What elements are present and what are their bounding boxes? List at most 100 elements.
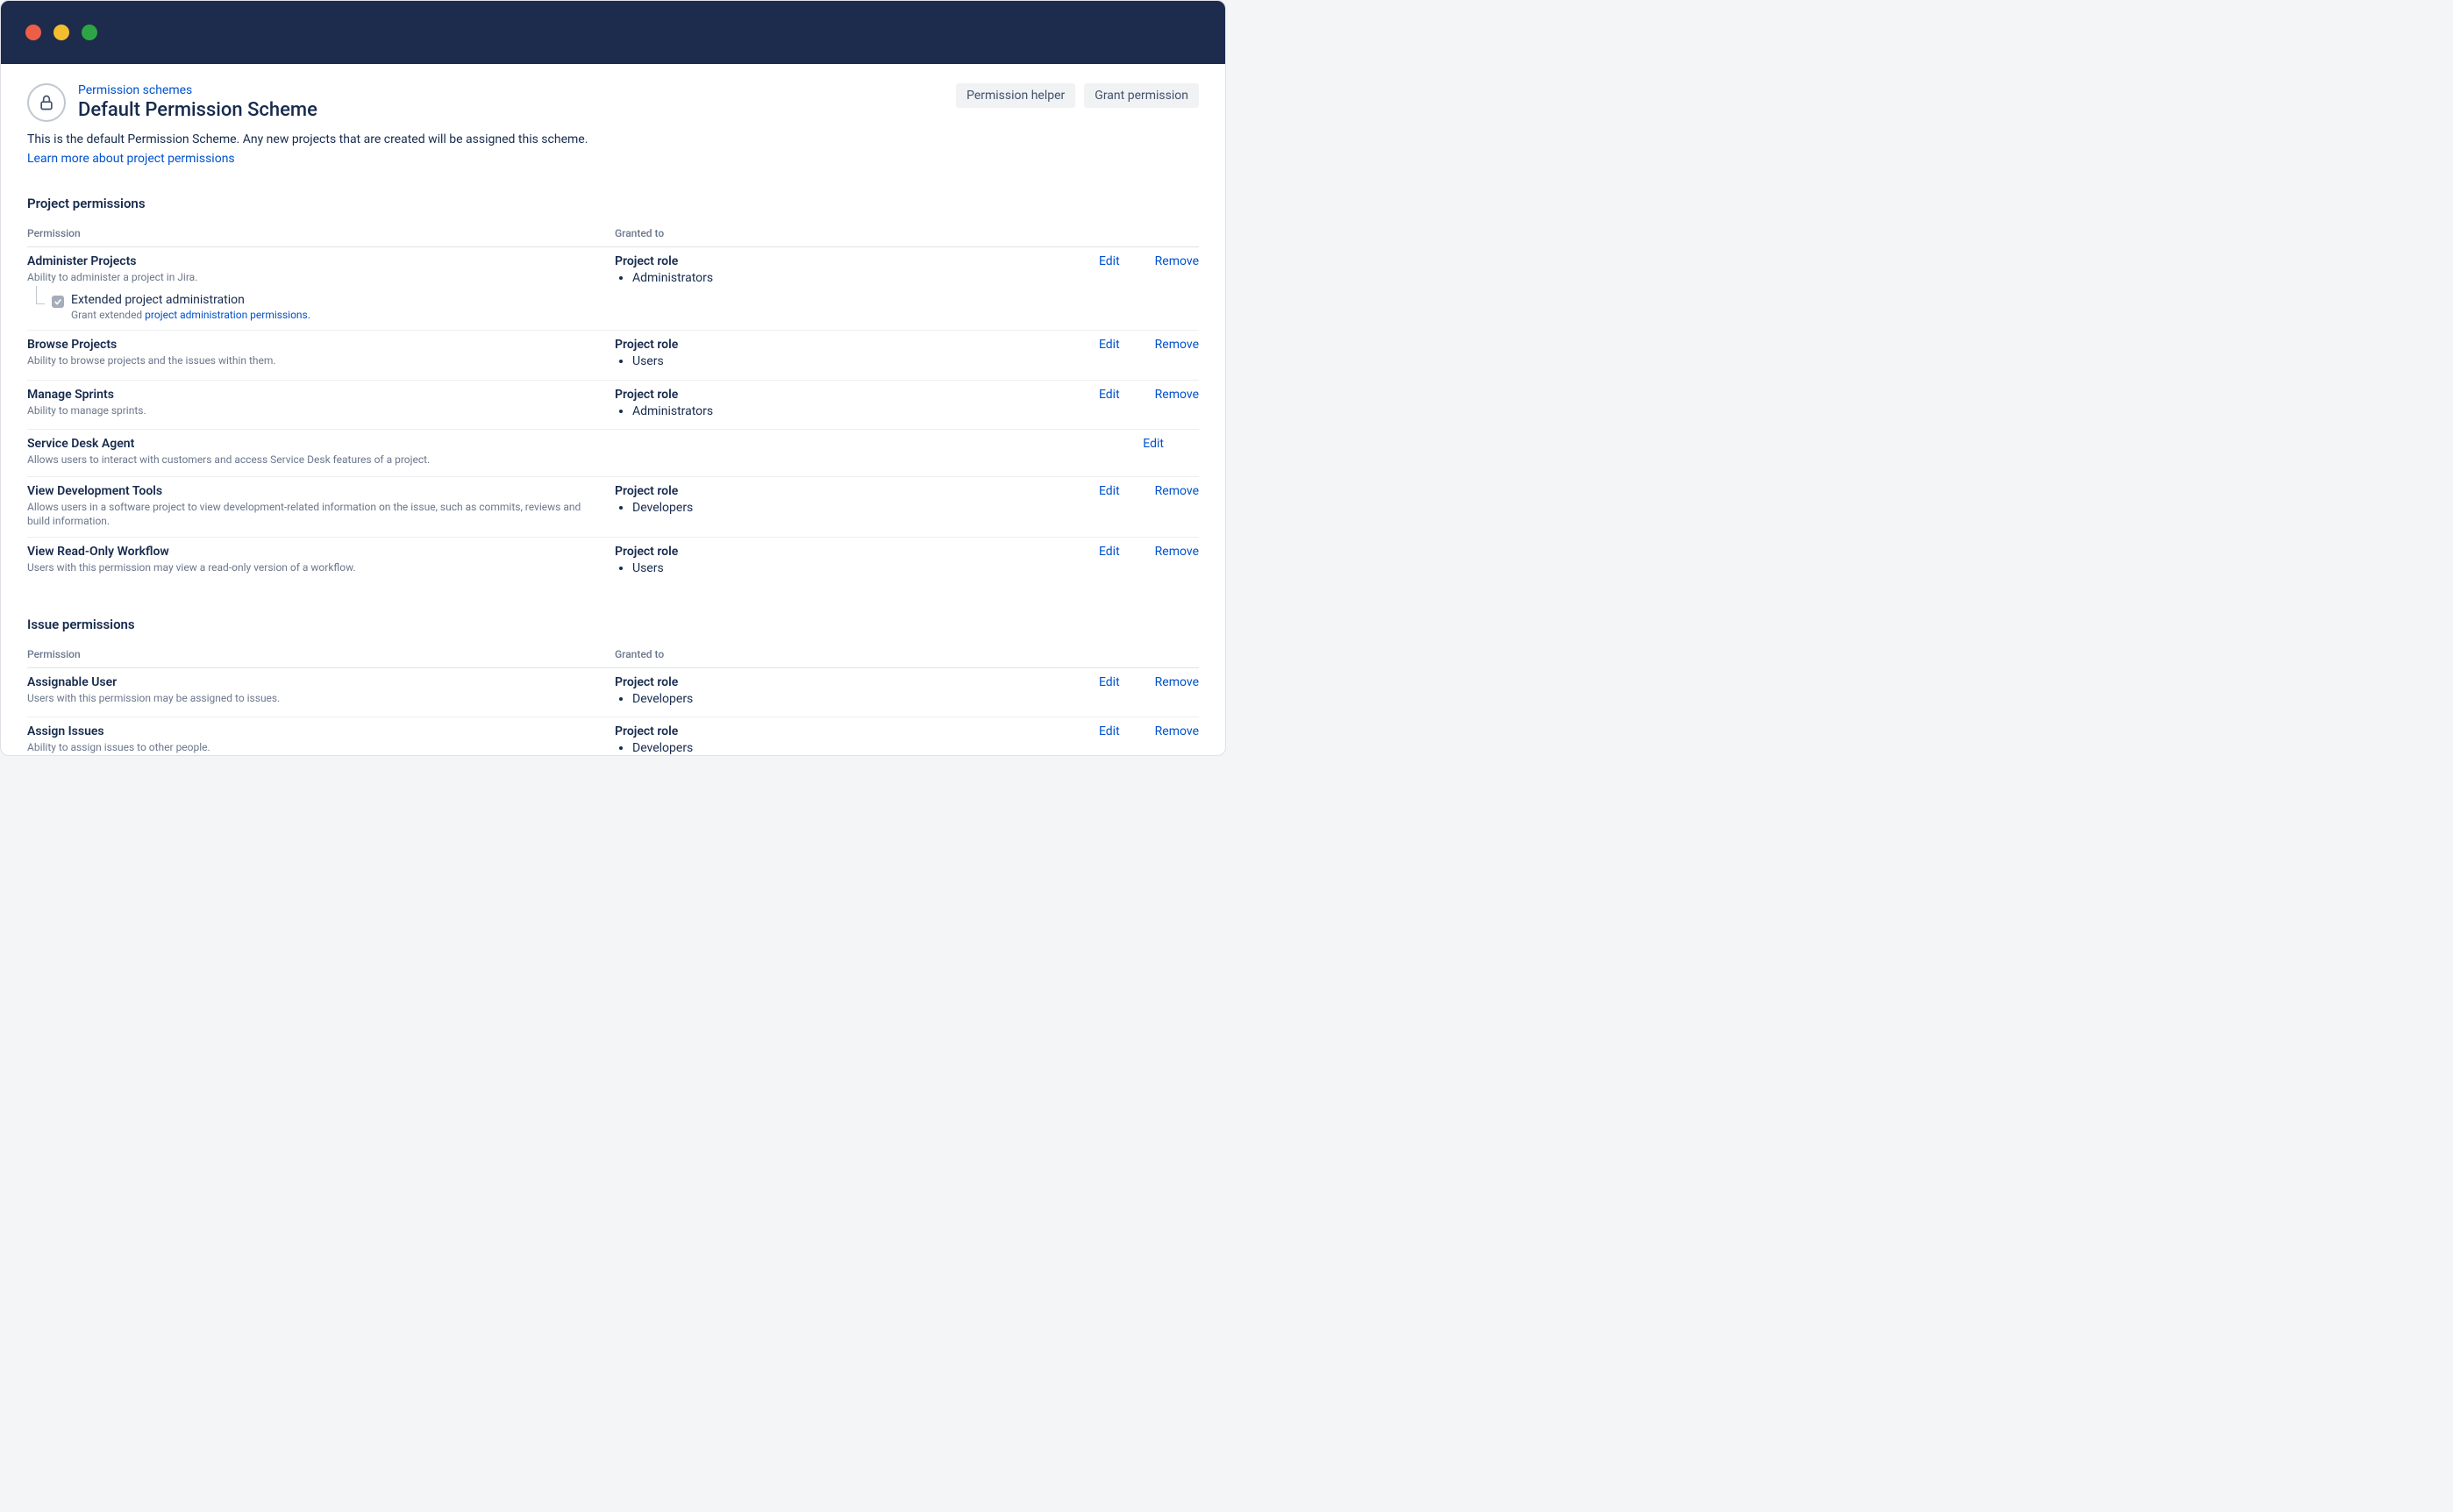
permission-name: Assign Issues — [27, 724, 615, 738]
permission-section: Project permissions PermissionGranted to A… — [27, 196, 1199, 587]
granted-label: Project role — [615, 675, 1001, 689]
window-frame: Permission schemes Default Permission Sc… — [0, 0, 1226, 756]
column-header-actions — [1001, 227, 1199, 239]
remove-link[interactable]: Remove — [1155, 724, 1199, 738]
extended-admin-desc-link[interactable]: project administration permissions. — [145, 309, 310, 321]
page-header: Permission schemes Default Permission Sc… — [27, 83, 1199, 122]
permission-cell: Administer ProjectsAbility to administer… — [27, 254, 615, 321]
page-content: Permission schemes Default Permission Sc… — [1, 64, 1225, 755]
header-left: Permission schemes Default Permission Sc… — [27, 83, 317, 122]
actions-cell: Edit Remove — [1001, 338, 1199, 352]
permission-row: Administer ProjectsAbility to administer… — [27, 247, 1199, 331]
permission-row: Service Desk Agent Allows users to intera… — [27, 430, 1199, 476]
granted-cell: Project roleUsers — [615, 338, 1001, 371]
permission-cell: Assignable UserUsers with this permissio… — [27, 675, 615, 705]
column-header-permission: Permission — [27, 648, 615, 660]
permission-description: Allows users to interact with customers … — [27, 453, 588, 467]
granted-list: Developers — [632, 500, 1001, 517]
edit-link[interactable]: Edit — [1099, 724, 1120, 738]
extended-admin-option: Extended project administration Grant ext… — [31, 293, 615, 321]
permission-row: View Development ToolsAllows users in a … — [27, 477, 1199, 538]
edit-link[interactable]: Edit — [1099, 545, 1120, 559]
edit-link[interactable]: Edit — [1099, 675, 1120, 689]
extended-admin-desc-text: Grant extended — [71, 309, 145, 321]
page-description: This is the default Permission Scheme. A… — [27, 132, 1199, 146]
window-close-button[interactable] — [25, 25, 41, 40]
actions-cell: Edit Remove — [1001, 724, 1199, 738]
granted-list: Users — [632, 560, 1001, 578]
granted-label: Project role — [615, 724, 1001, 738]
granted-label: Project role — [615, 484, 1001, 498]
permission-name: Administer Projects — [27, 254, 615, 268]
granted-item: Developers — [632, 691, 1001, 709]
granted-item: Developers — [632, 740, 1001, 755]
remove-link[interactable]: Remove — [1155, 484, 1199, 498]
remove-link[interactable]: Remove — [1155, 675, 1199, 689]
permission-cell: Assign IssuesAbility to assign issues to… — [27, 724, 615, 754]
permission-name: Manage Sprints — [27, 388, 615, 402]
column-header-permission: Permission — [27, 227, 615, 239]
granted-item: Administrators — [632, 270, 1001, 288]
edit-link[interactable]: Edit — [1099, 388, 1120, 402]
permission-name: Assignable User — [27, 675, 615, 689]
breadcrumb-link[interactable]: Permission schemes — [78, 83, 192, 97]
header-buttons: Permission helper Grant permission — [956, 83, 1199, 108]
edit-link[interactable]: Edit — [1143, 437, 1164, 451]
page-title: Default Permission Scheme — [78, 99, 317, 121]
breadcrumb: Permission schemes — [78, 83, 317, 97]
granted-list: Developers — [632, 740, 1001, 755]
remove-link[interactable]: Remove — [1155, 254, 1199, 268]
granted-cell: Project role Developers — [615, 724, 1001, 755]
permission-name: View Development Tools — [27, 484, 615, 498]
edit-link[interactable]: Edit — [1099, 484, 1120, 498]
granted-item: Users — [632, 353, 1001, 371]
remove-link[interactable]: Remove — [1155, 338, 1199, 352]
granted-item: Administrators — [632, 403, 1001, 421]
grant-permission-button[interactable]: Grant permission — [1084, 83, 1199, 108]
window-minimize-button[interactable] — [53, 25, 69, 40]
permission-row: Manage SprintsAbility to manage sprints.… — [27, 381, 1199, 431]
actions-cell: Edit Remove — [1001, 545, 1199, 559]
granted-item: Users — [632, 560, 1001, 578]
header-titles: Permission schemes Default Permission Sc… — [78, 83, 317, 121]
granted-cell: Project roleAdministrators — [615, 254, 1001, 288]
actions-cell: Edit Remove — [1001, 388, 1199, 402]
permission-name: Browse Projects — [27, 338, 615, 352]
permission-row: Assignable UserUsers with this permissio… — [27, 668, 1199, 718]
actions-cell: Edit — [1001, 437, 1199, 451]
permission-description: Ability to manage sprints. — [27, 403, 588, 417]
extended-admin-label: Extended project administration — [71, 293, 310, 307]
granted-cell: Project role Developers — [615, 675, 1001, 709]
remove-link[interactable]: Remove — [1155, 388, 1199, 402]
section-title: Project permissions — [27, 196, 1199, 211]
permission-helper-button[interactable]: Permission helper — [956, 83, 1075, 108]
permission-row: View Read-Only WorkflowUsers with this p… — [27, 538, 1199, 587]
granted-cell: Project role Developers — [615, 484, 1001, 517]
table-header: PermissionGranted to — [27, 641, 1199, 668]
granted-cell: Project roleUsers — [615, 545, 1001, 578]
actions-cell: Edit Remove — [1001, 675, 1199, 689]
window-zoom-button[interactable] — [82, 25, 97, 40]
learn-more-link[interactable]: Learn more about project permissions — [27, 152, 235, 166]
granted-list: Administrators — [632, 403, 1001, 421]
remove-link[interactable]: Remove — [1155, 545, 1199, 559]
extended-admin-body: Extended project administration Grant ext… — [71, 293, 310, 321]
column-header-granted: Granted to — [615, 227, 1001, 239]
permission-name: Service Desk Agent — [27, 437, 615, 451]
permission-cell: Browse ProjectsAbility to browse project… — [27, 338, 615, 367]
section-title: Issue permissions — [27, 617, 1199, 632]
edit-link[interactable]: Edit — [1099, 338, 1120, 352]
tree-elbow-icon — [31, 293, 46, 316]
permission-description: Ability to browse projects and the issue… — [27, 353, 588, 367]
granted-list: Developers — [632, 691, 1001, 709]
lock-icon — [27, 83, 66, 122]
titlebar — [1, 1, 1225, 64]
granted-label: Project role — [615, 338, 1001, 352]
granted-list: Users — [632, 353, 1001, 371]
column-header-actions — [1001, 648, 1199, 660]
extended-admin-checkbox[interactable] — [52, 296, 64, 308]
actions-cell: Edit Remove — [1001, 484, 1199, 498]
column-header-granted: Granted to — [615, 648, 1001, 660]
edit-link[interactable]: Edit — [1099, 254, 1120, 268]
granted-cell: Project roleAdministrators — [615, 388, 1001, 421]
